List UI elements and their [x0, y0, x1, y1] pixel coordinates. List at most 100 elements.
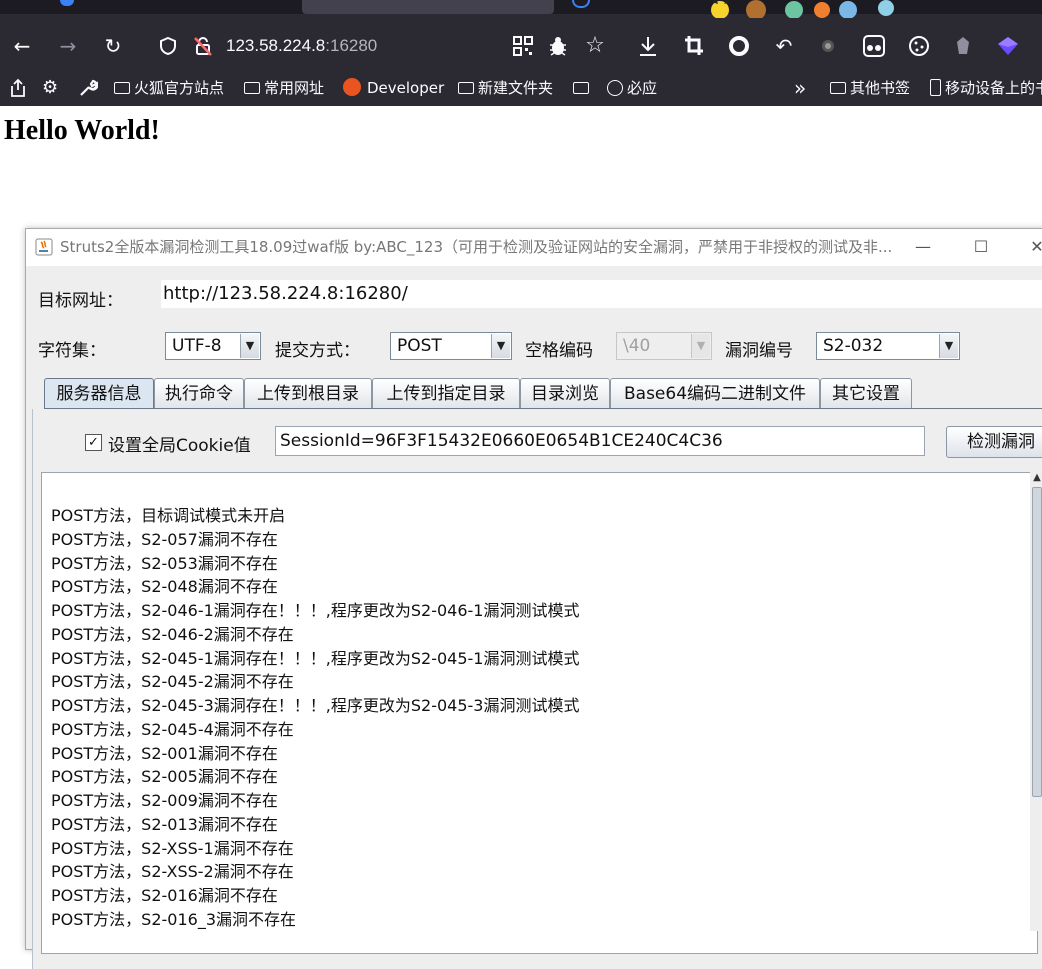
bookmark-item[interactable]: 新建文件夹 [458, 74, 553, 102]
space-encoding-value: \40 [623, 336, 651, 356]
url-text[interactable]: 123.58.224.8:16280 [226, 30, 377, 62]
extension-icon[interactable] [863, 35, 885, 57]
tab-upload-dir[interactable]: 上传到指定目录 [372, 378, 520, 408]
java-icon [35, 238, 53, 256]
tab-strip [0, 0, 1042, 18]
log-scrollbar[interactable]: ▲ [1030, 471, 1042, 931]
address-bar[interactable]: 123.58.224.8:16280 [150, 30, 500, 62]
maximize-button[interactable]: ☐ [958, 229, 1004, 265]
vuln-id-value: S2-032 [823, 336, 884, 356]
target-url-input[interactable]: http://123.58.224.8:16280/ [161, 280, 1042, 308]
app-content: 目标网址： http://123.58.224.8:16280/ 字符集： UT… [26, 266, 1042, 969]
browser-toolbar: ← → ↻ 123.58.224.8:16280 ☆ ↶ ⚙ 火狐官方站点 常用… [0, 0, 1042, 106]
bookmark-label: 常用网址 [264, 79, 325, 97]
window-title: Struts2全版本漏洞检测工具18.09过waf版 by:ABC_123（可用… [60, 238, 893, 256]
cookie-icon[interactable] [908, 35, 930, 57]
log-line: POST方法，S2-045-4漏洞不存在 [51, 720, 294, 739]
folder-icon [573, 82, 589, 94]
log-line: POST方法，S2-XSS-2漏洞不存在 [51, 862, 294, 881]
log-line: POST方法，S2-013漏洞不存在 [51, 815, 278, 834]
detect-button[interactable]: 检测漏洞 [946, 426, 1042, 458]
chevron-down-icon[interactable]: ▼ [491, 334, 510, 358]
log-line: POST方法，S2-046-1漏洞存在！！！,程序更改为S2-046-1漏洞测试… [51, 601, 580, 620]
app-window: Struts2全版本漏洞检测工具18.09过waf版 by:ABC_123（可用… [25, 228, 1042, 969]
record-icon[interactable] [728, 35, 750, 57]
chevron-down-icon[interactable]: ▼ [240, 334, 259, 358]
vuln-id-select[interactable]: S2-032 ▼ [816, 332, 960, 360]
log-line: POST方法，S2-009漏洞不存在 [51, 791, 278, 810]
cookie-checkbox[interactable]: ✓ [85, 434, 102, 451]
bookmark-item[interactable]: 移动设备上的书签 [930, 74, 1042, 102]
folder-icon [830, 82, 846, 94]
bookmark-item[interactable]: 其他书签 [830, 74, 910, 102]
qr-code-icon[interactable] [513, 36, 533, 56]
share-icon[interactable] [8, 78, 28, 98]
charset-select[interactable]: UTF-8 ▼ [165, 332, 261, 360]
bookmarks-overflow-icon[interactable]: » [794, 74, 806, 102]
close-button[interactable]: ✕ [1014, 229, 1042, 265]
method-label: 提交方式： [275, 341, 360, 361]
back-icon[interactable]: ← [8, 28, 36, 64]
mobile-icon [930, 79, 941, 96]
log-line: POST方法，S2-045-3漏洞存在！！！,程序更改为S2-045-3漏洞测试… [51, 696, 580, 715]
wrench-icon[interactable] [78, 78, 98, 98]
url-port: :16280 [325, 36, 378, 55]
download-icon[interactable] [638, 35, 658, 57]
window-titlebar[interactable]: Struts2全版本漏洞检测工具18.09过waf版 by:ABC_123（可用… [26, 229, 1042, 265]
chevron-down-icon[interactable]: ▼ [939, 334, 958, 358]
bookmark-label: 必应 [627, 79, 658, 97]
bug-icon[interactable] [548, 35, 568, 57]
scrollbar-thumb[interactable] [1032, 487, 1042, 797]
log-line: POST方法，S2-045-1漏洞存在！！！,程序更改为S2-045-1漏洞测试… [51, 649, 580, 668]
log-line: POST方法，S2-XSS-1漏洞不存在 [51, 839, 294, 858]
log-line: POST方法，S2-016_3漏洞不存在 [51, 910, 297, 929]
url-host: 123.58.224.8 [226, 36, 326, 55]
log-line: POST方法，S2-016漏洞不存在 [51, 886, 278, 905]
tab-base64[interactable]: Base64编码二进制文件 [610, 378, 820, 408]
charset-label: 字符集： [38, 341, 106, 361]
scroll-up-icon[interactable]: ▲ [1030, 471, 1042, 485]
extension-icon[interactable] [996, 35, 1020, 57]
extension-icon[interactable] [954, 36, 972, 56]
globe-icon [607, 80, 623, 96]
target-url-label: 目标网址： [38, 291, 123, 311]
folder-icon [244, 82, 260, 94]
bookmark-item[interactable]: Developer [343, 74, 444, 102]
log-line: POST方法，S2-001漏洞不存在 [51, 744, 278, 763]
tab-dir-browse[interactable]: 目录浏览 [520, 378, 610, 408]
crop-icon[interactable] [684, 35, 704, 57]
cookie-input[interactable]: SessionId=96F3F15432E0660E0654B1CE240C4C… [275, 426, 925, 456]
space-encoding-select: \40 ▼ [616, 332, 712, 360]
tab-exec-command[interactable]: 执行命令 [154, 378, 244, 408]
bookmark-item[interactable]: 火狐官方站点 [114, 74, 224, 102]
extension-icon[interactable] [820, 38, 836, 54]
settings-icon[interactable]: ⚙ [42, 74, 58, 102]
bookmark-item[interactable]: 常用网址 [244, 74, 324, 102]
tab-favicon[interactable] [60, 0, 74, 6]
bookmark-folder[interactable] [573, 74, 593, 102]
tab-server-info[interactable]: 服务器信息 [44, 378, 154, 408]
forward-icon[interactable]: → [54, 28, 82, 64]
bookmark-label: 移动设备上的书签 [945, 79, 1042, 97]
method-select[interactable]: POST ▼ [390, 332, 512, 360]
chevron-down-icon: ▼ [691, 334, 710, 358]
minimize-button[interactable]: — [900, 229, 946, 265]
bookmark-label: 火狐官方站点 [134, 79, 225, 97]
active-tab[interactable] [302, 0, 554, 14]
star-icon[interactable]: ☆ [581, 28, 609, 64]
log-line: POST方法，目标调试模式未开启 [51, 506, 286, 525]
folder-icon [458, 82, 474, 94]
bookmark-item[interactable]: 必应 [607, 74, 657, 102]
insecure-lock-icon[interactable] [192, 35, 214, 57]
shield-icon[interactable] [158, 36, 178, 56]
tab-upload-root[interactable]: 上传到根目录 [244, 378, 372, 408]
log-line: POST方法，S2-057漏洞不存在 [51, 530, 278, 549]
log-output[interactable]: POST方法，目标调试模式未开启 POST方法，S2-057漏洞不存在 POST… [41, 472, 1038, 954]
undo-icon[interactable]: ↶ [770, 28, 798, 64]
reload-icon[interactable]: ↻ [99, 28, 127, 64]
log-line: POST方法，S2-045-2漏洞不存在 [51, 672, 294, 691]
tab-other-settings[interactable]: 其它设置 [820, 378, 912, 408]
vuln-id-label: 漏洞编号 [725, 341, 793, 361]
tab-favicon[interactable] [572, 0, 590, 8]
cookie-checkbox-label[interactable]: 设置全局Cookie值 [108, 431, 251, 456]
